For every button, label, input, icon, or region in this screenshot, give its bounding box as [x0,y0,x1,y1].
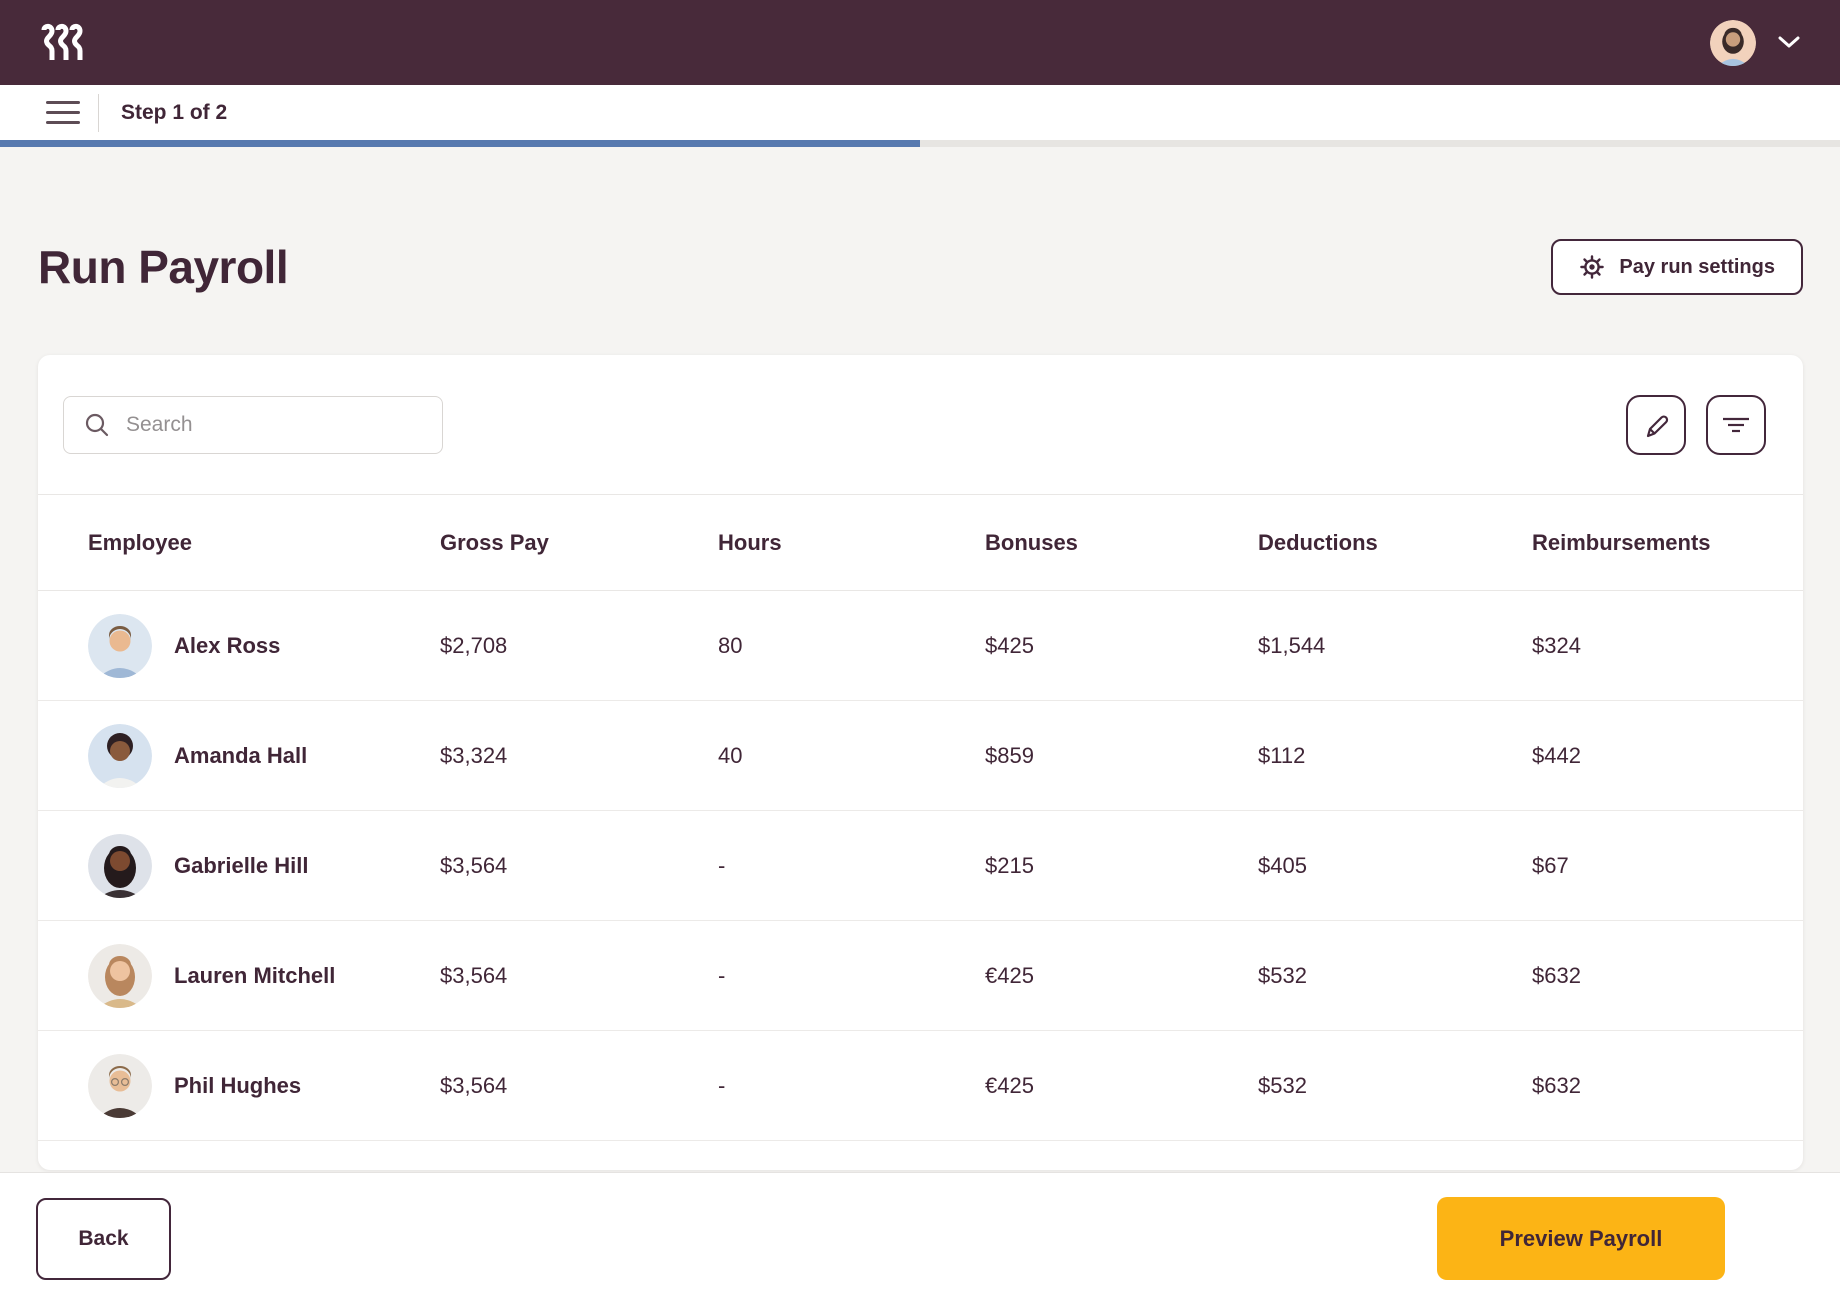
gross-pay-value: $3,564 [440,1073,718,1099]
reimbursements-value: $632 [1532,1073,1783,1099]
table-header-row: Employee Gross Pay Hours Bonuses Deducti… [38,495,1803,591]
filter-icon [1721,412,1751,438]
reimbursements-value: $442 [1532,743,1783,769]
progress-bar [0,140,1840,147]
gross-pay-value: $3,564 [440,963,718,989]
progress-fill [0,140,920,147]
divider [98,94,99,132]
gross-pay-value: $2,708 [440,633,718,659]
user-avatar[interactable] [1710,20,1756,66]
employee-avatar [88,944,152,1008]
table-row[interactable]: Amanda Hall $3,324 40 $859 $112 $442 [38,701,1803,811]
employee-name: Gabrielle Hill [174,853,309,879]
table-toolbar [38,355,1803,495]
payroll-card: Employee Gross Pay Hours Bonuses Deducti… [38,355,1803,1170]
employee-name: Amanda Hall [174,743,307,769]
hours-value: 40 [718,743,985,769]
rippling-logo-icon [40,23,84,63]
deductions-value: $1,544 [1258,633,1532,659]
column-header-employee: Employee [88,530,440,556]
hours-value: - [718,1073,985,1099]
page-title: Run Payroll [38,239,288,295]
pay-run-settings-label: Pay run settings [1619,256,1775,279]
employee-name: Lauren Mitchell [174,963,335,989]
deductions-value: $532 [1258,963,1532,989]
column-header-hours: Hours [718,530,985,556]
bonuses-value: $215 [985,853,1258,879]
deductions-value: $405 [1258,853,1532,879]
edit-button[interactable] [1626,395,1686,455]
search-icon [84,412,110,438]
employee-avatar [88,834,152,898]
employee-avatar [88,724,152,788]
table-row[interactable]: Phil Hughes $3,564 - €425 $532 $632 [38,1031,1803,1141]
employee-name: Phil Hughes [174,1073,301,1099]
column-header-reimbursements: Reimbursements [1532,530,1783,556]
gross-pay-value: $3,564 [440,853,718,879]
table-row[interactable]: Gabrielle Hill $3,564 - $215 $405 $67 [38,811,1803,921]
hours-value: - [718,853,985,879]
gear-icon [1579,254,1605,280]
hours-value: 80 [718,633,985,659]
bonuses-value: $859 [985,743,1258,769]
employee-avatar [88,614,152,678]
step-indicator: Step 1 of 2 [121,101,227,125]
column-header-bonuses: Bonuses [985,530,1258,556]
reimbursements-value: $67 [1532,853,1783,879]
search-field[interactable] [126,413,426,437]
main-content: Run Payroll Pay run settings [0,147,1840,1172]
user-menu-chevron-icon[interactable] [1778,36,1800,49]
column-header-deductions: Deductions [1258,530,1532,556]
employee-avatar [88,1054,152,1118]
footer-bar: Back Preview Payroll [0,1172,1840,1304]
hours-value: - [718,963,985,989]
bonuses-value: $425 [985,633,1258,659]
pencil-icon [1642,411,1670,439]
column-header-gross-pay: Gross Pay [440,530,718,556]
hamburger-menu-icon[interactable] [40,95,86,131]
reimbursements-value: $632 [1532,963,1783,989]
table-row[interactable]: Alex Ross $2,708 80 $425 $1,544 $324 [38,591,1803,701]
filter-button[interactable] [1706,395,1766,455]
step-bar: Step 1 of 2 [0,85,1840,140]
top-bar [0,0,1840,85]
bonuses-value: €425 [985,1073,1258,1099]
bonuses-value: €425 [985,963,1258,989]
table-row[interactable]: Lauren Mitchell $3,564 - €425 $532 $632 [38,921,1803,1031]
search-input[interactable] [63,396,443,454]
deductions-value: $112 [1258,743,1532,769]
pay-run-settings-button[interactable]: Pay run settings [1551,239,1803,295]
employee-name: Alex Ross [174,633,280,659]
reimbursements-value: $324 [1532,633,1783,659]
preview-payroll-button[interactable]: Preview Payroll [1437,1197,1725,1280]
back-button[interactable]: Back [36,1198,171,1280]
deductions-value: $532 [1258,1073,1532,1099]
gross-pay-value: $3,324 [440,743,718,769]
